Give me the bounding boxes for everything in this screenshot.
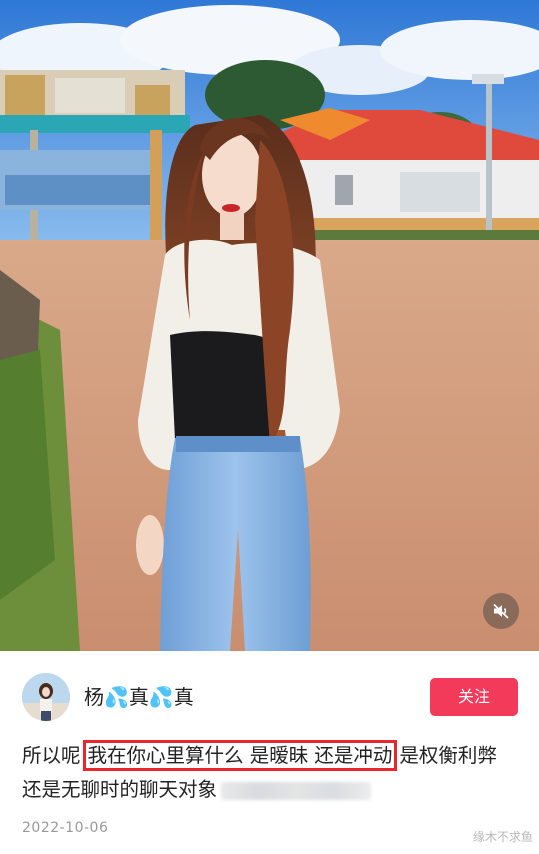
speaker-muted-icon xyxy=(493,603,509,619)
post-caption: 所以呢 我在你心里算什么 是暧昧 还是冲动 是权衡利弊 还是无聊时的聊天对象 xyxy=(22,739,522,807)
author-row: 杨💦真💦真 关注 xyxy=(22,673,518,723)
post-photo[interactable] xyxy=(0,0,539,651)
author-name[interactable]: 杨💦真💦真 xyxy=(84,683,194,711)
post-date: 2022-10-06 xyxy=(22,820,109,836)
caption-line2-text: 还是无聊时的聊天对象 xyxy=(22,778,218,801)
watermark: 缘木不求鱼 xyxy=(472,830,533,844)
caption-suffix: 是权衡利弊 xyxy=(399,744,497,767)
caption-line-2: 还是无聊时的聊天对象 xyxy=(22,773,522,807)
mute-button[interactable] xyxy=(483,593,519,629)
post-info-panel: 杨💦真💦真 关注 所以呢 我在你心里算什么 是暧昧 还是冲动 是权衡利弊 还是无聊时… xyxy=(0,651,539,854)
caption-highlighted-text: 我在你心里算什么 是暧昧 还是冲动 xyxy=(82,740,398,771)
blurred-text xyxy=(221,781,372,800)
caption-prefix: 所以呢 xyxy=(22,744,81,767)
avatar-image xyxy=(22,673,70,721)
avatar[interactable] xyxy=(22,673,70,721)
follow-button[interactable]: 关注 xyxy=(430,678,518,716)
caption-line-1: 所以呢 我在你心里算什么 是暧昧 还是冲动 是权衡利弊 xyxy=(22,739,522,773)
photo-illustration xyxy=(0,0,539,651)
